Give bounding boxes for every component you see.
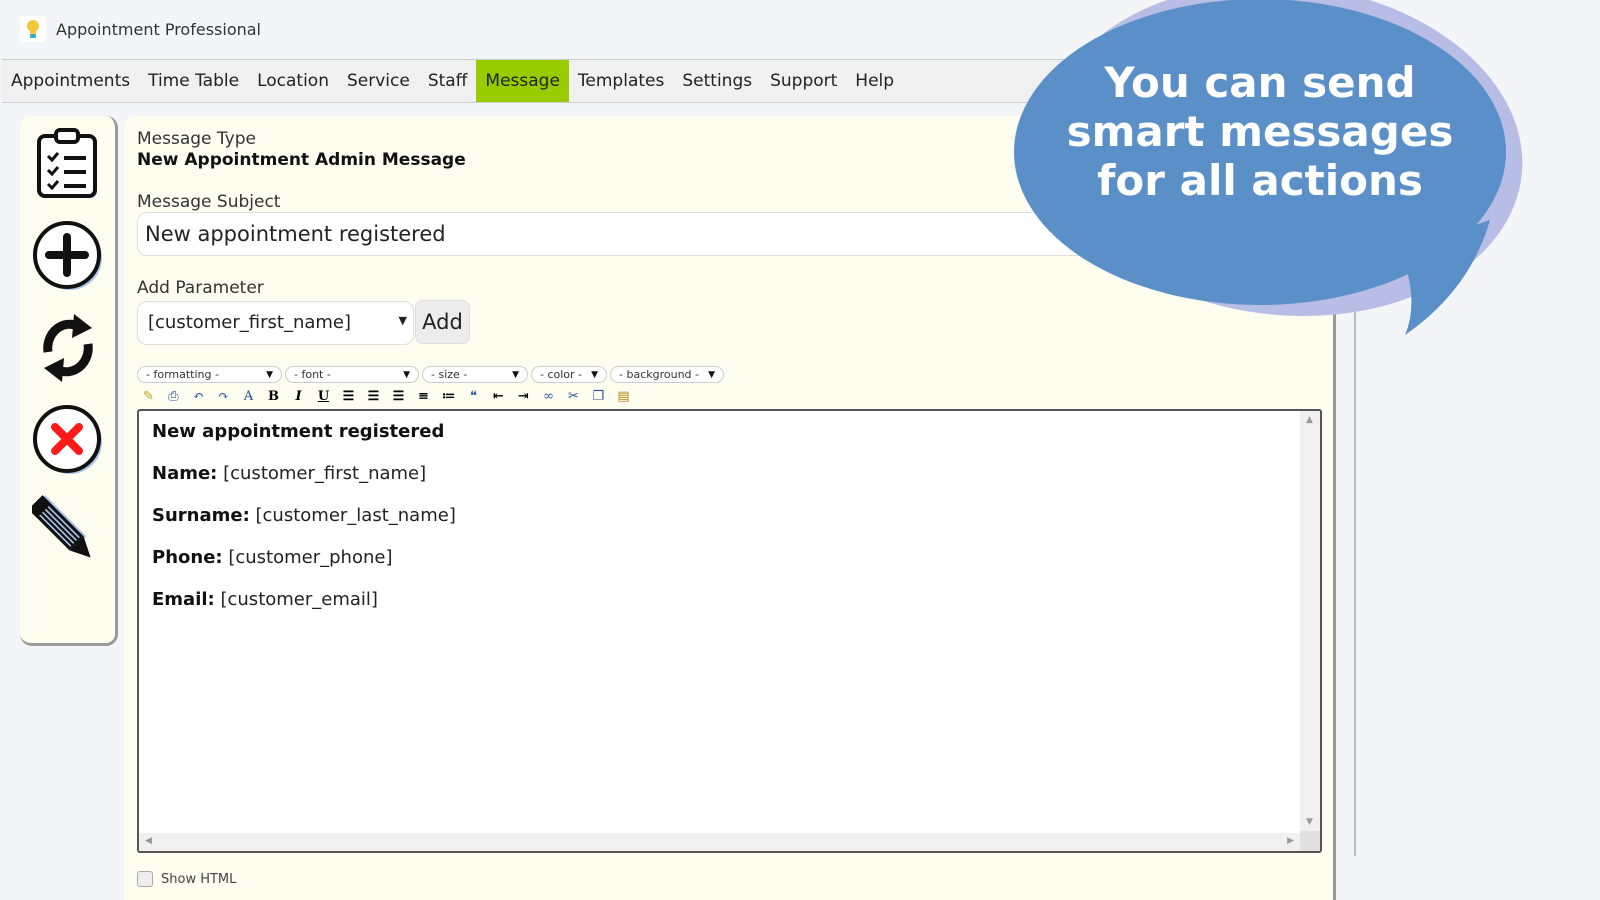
clean-icon[interactable]: ✎ (138, 386, 159, 406)
background-dropdown[interactable]: - background - ▼ (610, 366, 724, 383)
body-heading: New appointment registered (152, 421, 445, 442)
callout-line: smart messages (1066, 107, 1454, 156)
message-body-content[interactable]: New appointment registered Name: [custom… (152, 421, 456, 631)
callout-line: for all actions (1097, 156, 1423, 205)
menu-item-help[interactable]: Help (846, 60, 903, 102)
menu-item-time-table[interactable]: Time Table (139, 60, 248, 102)
link-icon[interactable]: ∞ (538, 386, 559, 406)
align-right-icon[interactable]: ☰ (388, 386, 409, 406)
add-parameter-button[interactable]: Add (415, 300, 470, 344)
redo-icon[interactable]: ↷ (213, 386, 234, 406)
action-sidebar (20, 116, 118, 646)
menu-item-templates[interactable]: Templates (569, 60, 673, 102)
chevron-down-icon: ▼ (512, 369, 519, 380)
chevron-down-icon: ▼ (266, 369, 273, 380)
chevron-down-icon: ▼ (708, 369, 715, 380)
body-field-surname: Surname: [customer_last_name] (152, 505, 456, 526)
ordered-list-icon[interactable]: ≡ (413, 386, 434, 406)
menu-item-appointments[interactable]: Appointments (2, 60, 139, 102)
scroll-up-icon[interactable]: ▲ (1306, 415, 1313, 425)
chevron-down-icon: ▼ (591, 369, 598, 380)
scroll-left-icon[interactable]: ◀ (145, 836, 152, 846)
add-parameter-label: Add Parameter (137, 278, 264, 298)
add-circle-icon (33, 221, 102, 290)
editor-toolbar: ✎ ⎙ ↶ ↷ A̶ B I U ☰ ☰ ☰ ≡ ≔ ❝ ⇤ ⇥ ∞ ✂ ❐ ▤ (138, 386, 634, 406)
message-subject-label: Message Subject (137, 192, 281, 212)
font-dropdown[interactable]: - font - ▼ (285, 366, 419, 383)
size-dropdown[interactable]: - size - ▼ (422, 366, 528, 383)
vertical-scrollbar[interactable]: ▲ ▼ (1300, 411, 1320, 831)
quote-icon[interactable]: ❝ (463, 386, 484, 406)
refresh-icon (43, 314, 93, 382)
chevron-down-icon: ▼ (398, 314, 407, 327)
delete-icon (33, 405, 102, 474)
menu-item-service[interactable]: Service (338, 60, 419, 102)
show-html-toggle[interactable]: Show HTML (137, 871, 236, 887)
body-field-email: Email: [customer_email] (152, 589, 378, 610)
main-menu: Appointments Time Table Location Service… (2, 59, 1102, 103)
undo-icon[interactable]: ↶ (188, 386, 209, 406)
color-dropdown[interactable]: - color - ▼ (531, 366, 607, 383)
add-button[interactable] (30, 218, 106, 294)
menu-item-message[interactable]: Message (476, 60, 569, 102)
page-scroll-gutter (1336, 116, 1356, 856)
callout-text: You can send smart messages for all acti… (1040, 58, 1480, 205)
message-body-editor[interactable]: New appointment registered Name: [custom… (137, 409, 1322, 853)
message-editor-panel: Message Type New Appointment Admin Messa… (124, 116, 1336, 900)
parameter-select[interactable]: [customer_first_name] ▼ (137, 301, 414, 345)
align-left-icon[interactable]: ☰ (338, 386, 359, 406)
remove-format-icon[interactable]: A̶ (238, 386, 259, 406)
horizontal-scrollbar[interactable]: ◀ ▶ (139, 833, 1302, 851)
print-icon[interactable]: ⎙ (163, 386, 184, 406)
paste-icon[interactable]: ▤ (613, 386, 634, 406)
scrollbar-corner (1300, 831, 1320, 851)
outdent-icon[interactable]: ⇤ (488, 386, 509, 406)
delete-button[interactable] (30, 402, 106, 478)
list-button[interactable] (30, 126, 106, 202)
edit-button[interactable] (30, 494, 106, 570)
show-html-label: Show HTML (161, 871, 237, 887)
clipboard-list-icon (37, 128, 97, 198)
menu-item-settings[interactable]: Settings (673, 60, 761, 102)
body-field-name: Name: [customer_first_name] (152, 463, 427, 484)
callout-line: You can send (1104, 58, 1416, 107)
menu-item-location[interactable]: Location (248, 60, 338, 102)
lightbulb-icon (20, 16, 46, 42)
chevron-down-icon: ▼ (403, 369, 410, 380)
app-title: Appointment Professional (56, 19, 261, 39)
message-subject-input[interactable] (137, 212, 1237, 256)
indent-icon[interactable]: ⇥ (513, 386, 534, 406)
body-field-phone: Phone: [customer_phone] (152, 547, 393, 568)
unordered-list-icon[interactable]: ≔ (438, 386, 459, 406)
scroll-right-icon[interactable]: ▶ (1287, 836, 1294, 846)
refresh-button[interactable] (30, 310, 106, 386)
title-bar: Appointment Professional (0, 0, 1600, 58)
formatting-dropdown[interactable]: - formatting - ▼ (137, 366, 282, 383)
pencil-icon (32, 495, 91, 558)
message-type-label: Message Type (137, 129, 256, 149)
underline-icon[interactable]: U (313, 386, 334, 406)
callout-tail (1400, 220, 1490, 335)
menu-item-staff[interactable]: Staff (419, 60, 477, 102)
bold-icon[interactable]: B (263, 386, 284, 406)
scroll-down-icon[interactable]: ▼ (1306, 817, 1313, 827)
message-type-value: New Appointment Admin Message (137, 150, 466, 170)
cut-icon[interactable]: ✂ (563, 386, 584, 406)
align-center-icon[interactable]: ☰ (363, 386, 384, 406)
copy-icon[interactable]: ❐ (588, 386, 609, 406)
show-html-checkbox[interactable] (137, 871, 153, 887)
italic-icon[interactable]: I (288, 386, 309, 406)
menu-item-support[interactable]: Support (761, 60, 846, 102)
parameter-selected-value: [customer_first_name] (148, 312, 352, 333)
